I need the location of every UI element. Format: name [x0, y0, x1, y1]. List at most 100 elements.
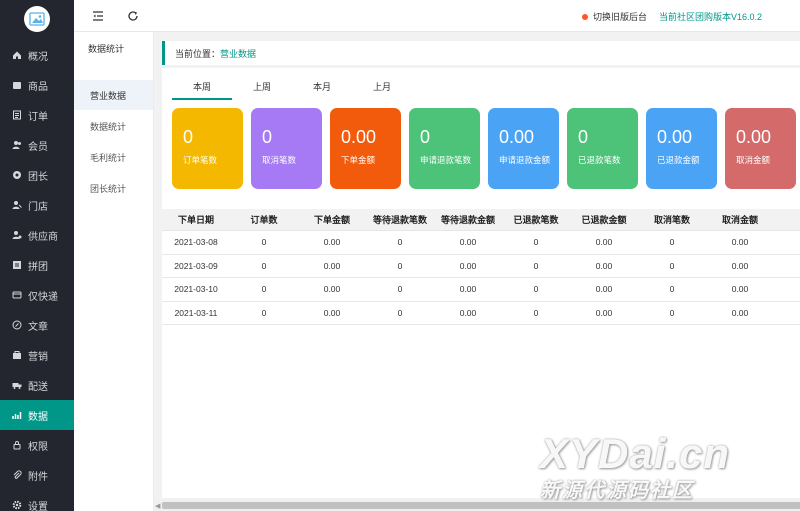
sidebar-item-order[interactable]: 订单 — [0, 100, 74, 130]
stat-card-value: 0.00 — [499, 127, 535, 147]
breadcrumb-current: 营业数据 — [220, 48, 257, 59]
table-row: 2021-03-08 0 0.00 0 0.00 0 0.00 0 0.00 0 — [162, 231, 800, 255]
stat-card-label: 已退款金额 — [657, 155, 700, 165]
sidebar-item-label: 仅快递 — [28, 291, 58, 303]
group-icon — [12, 260, 22, 270]
table-cell: 0.00 — [323, 260, 341, 271]
sidebar-item-store[interactable]: 门店 — [0, 190, 74, 220]
table-cell: 0 — [669, 237, 675, 248]
table-cell: 0.00 — [459, 237, 477, 248]
subnav-item-business-data[interactable]: 营业数据 — [74, 80, 153, 110]
switch-old-backend-link[interactable]: 切换旧版后台 — [593, 10, 647, 23]
stat-card: 0 申请退款笔数 — [409, 108, 480, 189]
table-cell: 0 — [533, 260, 539, 271]
tab-this-month[interactable]: 本月 — [292, 78, 352, 100]
sidebar-item-data[interactable]: 数据 — [0, 400, 74, 430]
table-cell: 2021-03-11 — [174, 307, 218, 318]
sidebar-item-leader[interactable]: 团长 — [0, 160, 74, 190]
sidebar-item-label: 配送 — [28, 381, 48, 393]
order-icon — [12, 110, 22, 120]
table-cell: 0.00 — [731, 284, 749, 295]
table-row: 2021-03-10 0 0.00 0 0.00 0 0.00 0 0.00 0 — [162, 278, 800, 302]
lock-icon — [12, 440, 22, 450]
table-cell: 0.00 — [595, 260, 613, 271]
column-header: 下单日期 — [177, 215, 214, 225]
subnav-item-data-stats[interactable]: 数据统计 — [74, 111, 153, 141]
table-cell: 0 — [397, 237, 403, 248]
table-cell: 0.00 — [459, 260, 477, 271]
table-cell: 0.00 — [731, 237, 749, 248]
collapse-menu-icon[interactable] — [92, 10, 104, 22]
table-cell: 0.00 — [323, 237, 341, 248]
column-header: 取消笔数 — [653, 215, 690, 225]
table-cell: 0.00 — [595, 307, 613, 318]
member-icon — [12, 140, 22, 150]
sidebar-item-supplier[interactable]: 供应商 — [0, 220, 74, 250]
sidebar-item-home[interactable]: 概况 — [0, 40, 74, 70]
sidebar-item-article[interactable]: 文章 — [0, 310, 74, 340]
leader-icon — [12, 170, 22, 180]
watermark: XYDai.cn 新源代源码社区 — [540, 430, 730, 503]
sidebar-item-member[interactable]: 会员 — [0, 130, 74, 160]
sidebar-item-goods[interactable]: 商品 — [0, 70, 74, 100]
column-header: 等待退款金额 — [440, 215, 495, 225]
stat-card: 0.00 取消金额 — [725, 108, 796, 189]
sidebar-item-express[interactable]: 仅快递 — [0, 280, 74, 310]
sidebar-item-lock[interactable]: 权限 — [0, 430, 74, 460]
sidebar-item-label: 概况 — [28, 51, 48, 63]
scroll-left-icon[interactable]: ◀ — [155, 502, 160, 510]
table-cell: 2021-03-10 — [174, 284, 218, 295]
tab-last-month[interactable]: 上月 — [352, 78, 412, 100]
table-cell: 0.00 — [595, 284, 613, 295]
table-cell: 0 — [397, 260, 403, 271]
sidebar-item-marketing[interactable]: 营销 — [0, 340, 74, 370]
table-cell: 0 — [669, 307, 675, 318]
table-cell: 0 — [774, 261, 800, 271]
table-row: 2021-03-09 0 0.00 0 0.00 0 0.00 0 0.00 0 — [162, 255, 800, 278]
stat-card-label: 订单笔数 — [183, 155, 218, 165]
scrollbar-thumb[interactable] — [162, 502, 800, 509]
tab-this-week[interactable]: 本周 — [172, 78, 232, 100]
breadcrumb-prefix: 当前位置： — [175, 48, 221, 59]
stat-card: 0.00 申请退款金额 — [488, 108, 559, 189]
sidebar-item-label: 商品 — [28, 81, 48, 93]
refresh-icon[interactable] — [127, 10, 139, 22]
sidebar-item-label: 数据 — [28, 411, 48, 423]
marketing-icon — [12, 350, 22, 360]
stat-card-value: 0 — [578, 127, 589, 147]
subnav-item-gross-profit[interactable]: 毛利统计 — [74, 142, 153, 172]
column-header: 下单金额 — [313, 215, 350, 225]
table-cell: 0 — [261, 237, 267, 248]
stat-card: 0.00 下单金额 — [330, 108, 401, 189]
home-icon — [12, 50, 22, 60]
sidebar-item-group[interactable]: 拼团 — [0, 250, 74, 280]
table-cell: 0 — [261, 307, 267, 318]
stat-card-value: 0 — [183, 127, 194, 147]
sidebar-item-label: 文章 — [28, 321, 48, 333]
sidebar-item-attachment[interactable]: 附件 — [0, 460, 74, 490]
article-icon — [12, 320, 22, 330]
table-cell: 2021-03-08 — [174, 237, 218, 248]
tab-last-week[interactable]: 上周 — [232, 78, 292, 100]
sidebar-item-label: 拼团 — [28, 261, 48, 273]
stat-card-label: 取消笔数 — [262, 155, 297, 165]
stat-card-label: 取消金额 — [736, 155, 771, 165]
express-icon — [12, 290, 22, 300]
subnav-item-leader-stats[interactable]: 团长统计 — [74, 173, 153, 203]
sidebar-item-gear[interactable]: 设置 — [0, 490, 74, 511]
logo-image-icon[interactable] — [24, 6, 50, 32]
stat-card-label: 申请退款笔数 — [420, 155, 472, 165]
table-cell: 0 — [774, 237, 800, 247]
subnav-title: 数据统计 — [88, 44, 125, 54]
period-tabs: 本周 上周 本月 上月 — [172, 78, 412, 100]
data-icon — [12, 410, 22, 420]
sidebar-item-label: 附件 — [28, 471, 48, 483]
stat-card: 0.00 已退款金额 — [646, 108, 717, 189]
watermark-line2: 新源代源码社区 — [540, 480, 694, 502]
store-icon — [12, 200, 22, 210]
sidebar-item-label: 订单 — [28, 111, 48, 123]
status-dot-icon — [581, 13, 588, 20]
sidebar-item-label: 营销 — [28, 351, 48, 363]
table-cell: 0.00 — [731, 260, 749, 271]
sidebar-item-delivery[interactable]: 配送 — [0, 370, 74, 400]
